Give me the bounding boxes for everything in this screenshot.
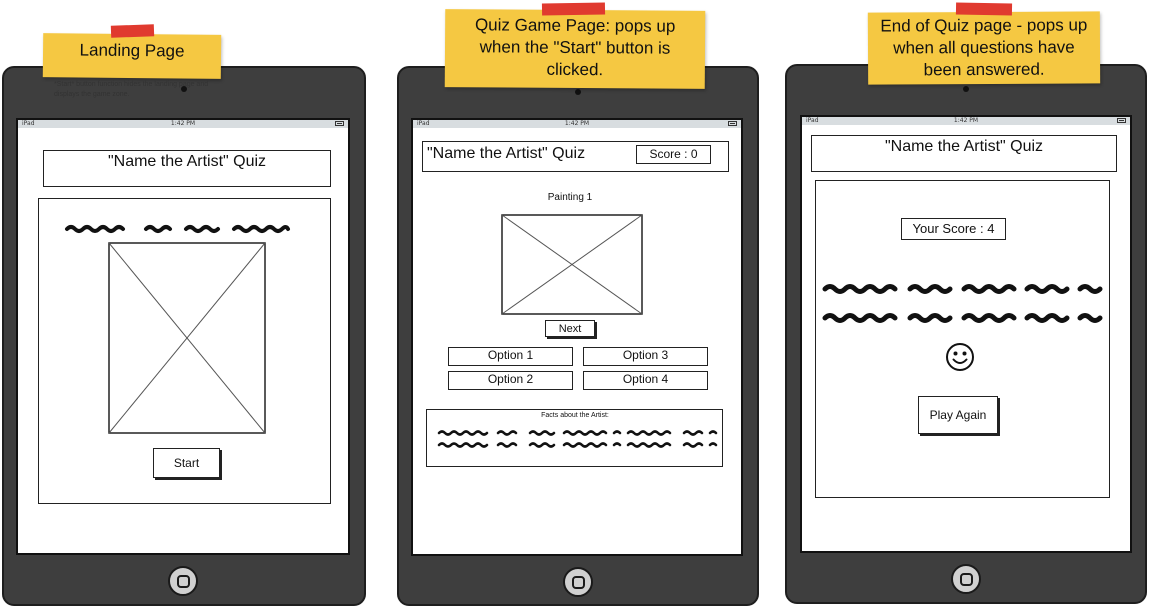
note-text: Landing Page <box>79 40 185 61</box>
smiley-icon <box>946 343 974 371</box>
start-label: Start <box>173 456 200 470</box>
image-placeholder <box>108 242 266 434</box>
game-note: Quiz Game Page: pops up when the "Start"… <box>444 9 706 89</box>
camera-dot <box>575 89 581 95</box>
option-3-button[interactable]: Option 3 <box>583 347 708 366</box>
battery-icon <box>1117 118 1126 123</box>
quiz-title: "Name the Artist" Quiz <box>427 145 586 162</box>
home-button[interactable] <box>168 566 198 596</box>
battery-icon <box>728 121 737 126</box>
option-2-button[interactable]: Option 2 <box>448 371 573 390</box>
start-button[interactable]: Start <box>153 448 220 478</box>
option-label: Option 1 <box>487 348 534 362</box>
landing-note: Landing Page <box>42 33 222 79</box>
status-bar: iPad 1:42 PM <box>18 120 348 128</box>
option-1-button[interactable]: Option 1 <box>448 347 573 366</box>
end-note: End of Quiz page - pops up when all ques… <box>867 11 1101 85</box>
home-button[interactable] <box>951 564 981 594</box>
home-icon <box>176 574 190 588</box>
status-bar: iPad 1:42 PM <box>413 120 741 128</box>
facts-text-scribble <box>437 430 718 448</box>
your-score-label: Your Score : 4 <box>912 221 995 236</box>
option-label: Option 4 <box>622 372 669 386</box>
facts-title: Facts about the Artist: <box>541 412 609 419</box>
note-text: Quiz Game Page: pops up when the "Start"… <box>474 15 676 80</box>
tape <box>541 2 606 16</box>
tape <box>955 2 1013 16</box>
placeholder-text-scribble <box>65 225 290 233</box>
score-label: Score : 0 <box>649 147 698 161</box>
option-label: Option 3 <box>622 348 669 362</box>
home-icon <box>571 575 585 589</box>
landing-title-box: "Name the Artist" Quiz <box>43 150 331 187</box>
status-time: 1:42 PM <box>564 120 590 127</box>
message-text-scribble <box>822 284 1103 323</box>
quiz-title: "Name the Artist" Quiz <box>884 138 1044 155</box>
status-bar: iPad 1:42 PM <box>802 117 1130 125</box>
option-label: Option 2 <box>487 372 534 386</box>
home-button[interactable] <box>563 567 593 597</box>
camera-dot <box>963 86 969 92</box>
battery-icon <box>335 121 344 126</box>
painting-placeholder <box>501 214 643 315</box>
tape <box>110 24 155 38</box>
game-screen: iPad 1:42 PM <box>411 118 743 556</box>
home-icon <box>959 572 973 586</box>
end-title-box: "Name the Artist" Quiz <box>811 135 1117 172</box>
quiz-title: "Name the Artist" Quiz <box>107 153 267 170</box>
score-box: Score : 0 <box>636 145 711 164</box>
next-button[interactable]: Next <box>545 320 595 337</box>
landing-annotation: *Start* button function hides the landin… <box>54 80 226 100</box>
your-score-box: Your Score : 4 <box>901 218 1006 240</box>
annotation-text: *Start* button function hides the landin… <box>54 81 209 98</box>
play-again-label: Play Again <box>929 408 987 422</box>
play-again-button[interactable]: Play Again <box>918 396 998 434</box>
painting-label: Painting 1 <box>547 192 593 203</box>
next-label: Next <box>558 322 582 335</box>
status-time: 1:42 PM <box>953 117 979 124</box>
note-text: End of Quiz page - pops up when all ques… <box>880 15 1088 80</box>
option-4-button[interactable]: Option 4 <box>583 371 708 390</box>
status-time: 1:42 PM <box>170 120 196 127</box>
